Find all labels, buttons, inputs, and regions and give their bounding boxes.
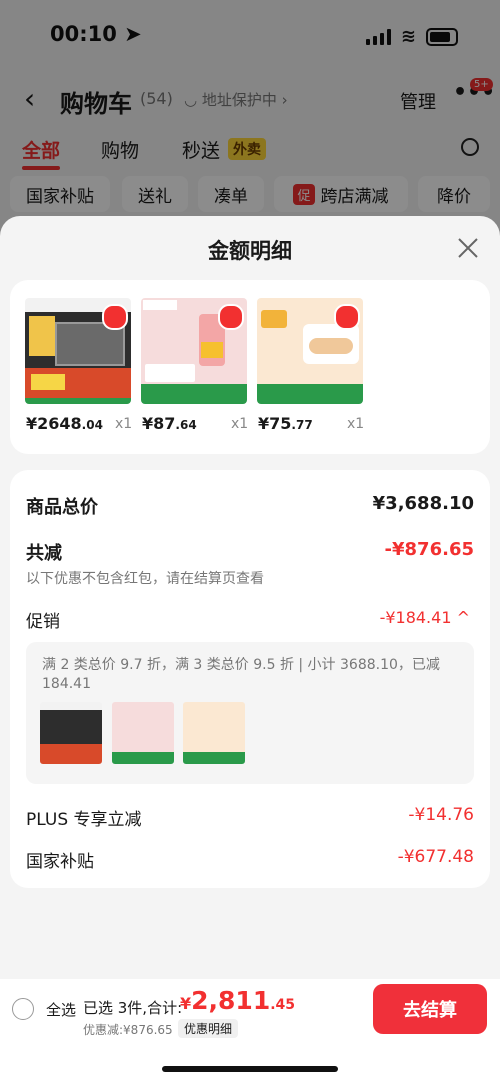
plus-label: PLUS 专享立减 — [26, 810, 142, 830]
promo-label: 促销 — [26, 612, 60, 632]
total-label: 商品总价 — [26, 497, 98, 518]
discount-label: 共减 — [26, 543, 62, 564]
promo-toggle[interactable]: -¥184.41 ^ — [380, 608, 470, 627]
saved-amount: 优惠减:¥876.65 — [83, 1023, 173, 1037]
grand-total: ¥2,811.45 — [180, 986, 296, 1015]
checked-icon[interactable] — [334, 304, 360, 330]
checked-icon[interactable] — [218, 304, 244, 330]
subsidy-label: 国家补贴 — [26, 852, 94, 872]
select-all-label[interactable]: 全选 — [46, 999, 76, 1020]
product-price: ¥2648.04 — [26, 414, 103, 433]
plus-value: -¥14.76 — [408, 805, 474, 825]
close-icon[interactable] — [456, 236, 480, 260]
promo-thumb-egg-cooker — [183, 702, 245, 764]
subsidy-value: -¥677.48 — [397, 847, 474, 867]
selected-summary: 已选 3件,合计: — [83, 999, 183, 1017]
checkout-button[interactable]: 去结算 — [373, 984, 487, 1034]
discount-note: 以下优惠不包含红包，请在结算页查看 — [26, 571, 264, 587]
promo-thumb-dishwasher — [40, 702, 102, 764]
product-qty: x1 — [347, 416, 365, 432]
promo-description: 满 2 类总价 9.7 折，满 3 类总价 9.5 折 | 小计 3688.10… — [42, 657, 440, 692]
discount-value: -¥876.65 — [384, 539, 474, 560]
promo-thumb-blender — [112, 702, 174, 764]
product-qty: x1 — [115, 416, 133, 432]
select-all-radio[interactable] — [12, 998, 34, 1020]
detail-button[interactable]: 优惠明细 — [178, 1019, 239, 1038]
checked-icon[interactable] — [102, 304, 128, 330]
product-price: ¥87.64 — [142, 414, 197, 433]
product-qty: x1 — [231, 416, 249, 432]
product-price: ¥75.77 — [258, 414, 313, 433]
sheet-title: 金额明细 — [208, 239, 292, 263]
total-value: ¥3,688.10 — [372, 493, 474, 514]
home-indicator — [162, 1066, 338, 1072]
